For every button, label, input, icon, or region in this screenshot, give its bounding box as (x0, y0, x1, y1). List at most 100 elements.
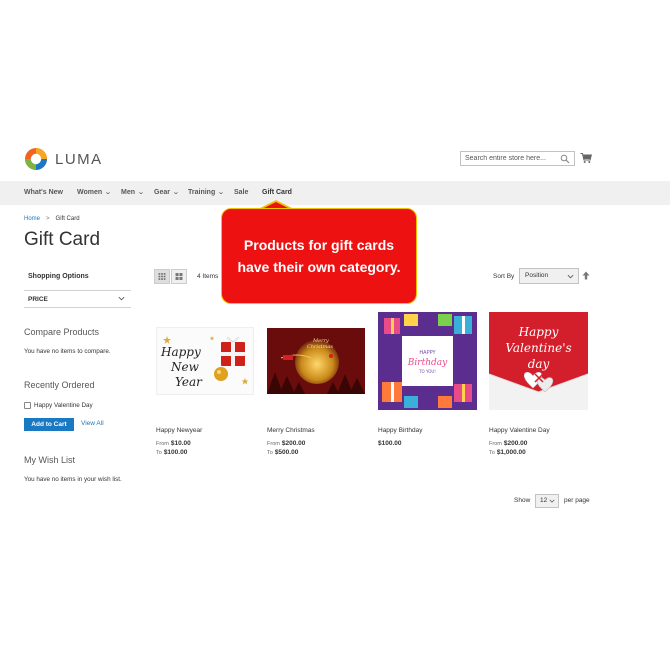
luma-logo-icon (25, 148, 47, 170)
list-view-button[interactable] (171, 269, 187, 284)
price-from-label: From (156, 441, 169, 447)
sort-direction-arrow-icon[interactable] (582, 271, 590, 280)
recently-ordered-title: Recently Ordered (24, 380, 95, 390)
nav-item-training[interactable]: Training ⌄ (188, 181, 225, 205)
birthday-word-2: Birthday (407, 358, 448, 368)
product-name-happy-newyear[interactable]: Happy Newyear (156, 427, 202, 434)
valentine-word-3: day (528, 357, 550, 371)
price-to-value: $100.00 (163, 449, 188, 456)
product-image-happy-birthday[interactable]: HAPPY Birthday TO YOU! (378, 312, 477, 410)
compare-empty-text: You have no items to compare. (24, 348, 111, 355)
recent-item-name[interactable]: Happy Valentine Day (34, 402, 93, 409)
product-price-from: From $10.00 (156, 440, 191, 447)
nav-item-label: Gift Card (262, 189, 292, 196)
search-box[interactable] (460, 151, 575, 166)
filter-price[interactable]: PRICE (24, 290, 131, 308)
valentine-word-2: Valentine's (505, 341, 571, 355)
callout-line-1: Products for gift cards (243, 237, 395, 253)
price-from-value: $200.00 (503, 440, 528, 447)
product-price-from: From $200.00 (267, 440, 305, 447)
nav-item-label: Gear (154, 189, 170, 196)
price-from-label: From (267, 441, 280, 447)
limiter-value: 12 (540, 497, 548, 504)
chevron-down-icon: ⌄ (217, 189, 225, 196)
limiter-per-page-label: per page (564, 497, 590, 504)
cart-icon[interactable] (580, 152, 592, 164)
product-image-happy-valentine-day[interactable]: Happy Valentine's day (489, 312, 588, 410)
nav-item-gear[interactable]: Gear ⌄ (154, 181, 180, 205)
price-to-label: To (267, 450, 273, 456)
callout-line-2: have their own category. (237, 259, 401, 275)
chevron-down-icon: ⌄ (172, 189, 180, 196)
limiter-select[interactable]: 12 (535, 494, 559, 508)
shopping-options-title: Shopping Options (28, 273, 89, 280)
product-name-merry-christmas[interactable]: Merry Christmas (267, 427, 315, 434)
nav-item-label: Training (188, 189, 216, 196)
christmas-artwork: Merry Christmas (267, 328, 365, 394)
nav-item-men[interactable]: Men ⌄ (121, 181, 145, 205)
luma-logo[interactable]: LUMA (24, 147, 103, 171)
newyear-word-3: Year (175, 375, 203, 389)
birthday-artwork: HAPPY Birthday TO YOU! (378, 312, 477, 410)
recent-item-checkbox[interactable] (24, 402, 31, 409)
price-to-label: To (156, 450, 162, 456)
nav-item-sale[interactable]: Sale (234, 181, 248, 205)
nav-item-label: Men (121, 189, 135, 196)
search-icon[interactable] (560, 154, 570, 164)
price-to-value: $500.00 (274, 449, 299, 456)
logo-text: LUMA (55, 150, 103, 168)
product-price-to: To $1,000.00 (489, 449, 526, 456)
chevron-down-icon: ⌄ (137, 189, 145, 196)
breadcrumb-home-link[interactable]: Home (24, 216, 40, 222)
product-image-merry-christmas[interactable]: Merry Christmas (267, 328, 365, 394)
product-price: $100.00 (378, 440, 402, 447)
annotation-callout: Products for gift cards have their own c… (221, 208, 417, 304)
list-icon (175, 273, 183, 280)
chevron-down-icon (567, 274, 574, 279)
product-name-happy-birthday[interactable]: Happy Birthday (378, 427, 422, 434)
grid-view-button[interactable] (154, 269, 170, 284)
filter-price-label: PRICE (28, 296, 48, 303)
birthday-word-3: TO YOU! (418, 369, 436, 374)
valentine-word-1: Happy (518, 325, 559, 339)
wishlist-empty-text: You have no items in your wish list. (24, 476, 122, 483)
breadcrumb-current: Gift Card (55, 216, 80, 222)
chevron-down-icon (118, 296, 125, 301)
limiter-show-label: Show (514, 497, 531, 504)
nav-item-women[interactable]: Women ⌄ (77, 181, 112, 205)
new-year-artwork: Happy New Year (160, 336, 249, 389)
product-price-to: To $500.00 (267, 449, 298, 456)
product-image-happy-newyear[interactable]: Happy New Year (156, 327, 254, 395)
nav-item-label: Women (77, 189, 103, 196)
product-price-to: To $100.00 (156, 449, 187, 456)
newyear-word-1: Happy (160, 345, 201, 359)
price-from-value: $200.00 (281, 440, 306, 447)
price-to-label: To (489, 450, 495, 456)
nav-item-label: Sale (234, 189, 249, 196)
breadcrumb-separator: > (46, 216, 50, 222)
newyear-word-2: New (170, 360, 200, 374)
compare-products-title: Compare Products (24, 327, 100, 337)
toolbar-amount: 4 Items (197, 273, 219, 280)
breadcrumb: Home > Gift Card (24, 216, 80, 222)
product-name-happy-valentine-day[interactable]: Happy Valentine Day (489, 427, 550, 434)
christmas-word-2: Christmas (307, 344, 333, 350)
valentine-artwork: Happy Valentine's day (489, 312, 588, 410)
price-to-value: $1,000.00 (496, 449, 526, 456)
chevron-down-icon: ⌄ (104, 189, 112, 196)
sort-by-select[interactable]: Position (519, 268, 579, 284)
main-navigation: What's New Women ⌄ Men ⌄ Gear ⌄ Training ⌄ S… (0, 181, 670, 205)
product-price-from: From $200.00 (489, 440, 527, 447)
nav-item-label: What's New (24, 189, 64, 196)
grid-icon (158, 273, 166, 280)
price-from-label: From (489, 441, 502, 447)
price-value: $100.00 (378, 440, 402, 447)
nav-item-whats-new[interactable]: What's New (24, 181, 63, 205)
view-all-link[interactable]: View All (81, 420, 104, 427)
sort-by-label: Sort By (493, 273, 515, 280)
wishlist-title: My Wish List (24, 455, 76, 465)
search-input[interactable] (465, 155, 557, 162)
page-title: Gift Card (24, 229, 101, 250)
price-from-value: $10.00 (170, 440, 191, 447)
add-to-cart-button[interactable]: Add to Cart (24, 418, 74, 431)
